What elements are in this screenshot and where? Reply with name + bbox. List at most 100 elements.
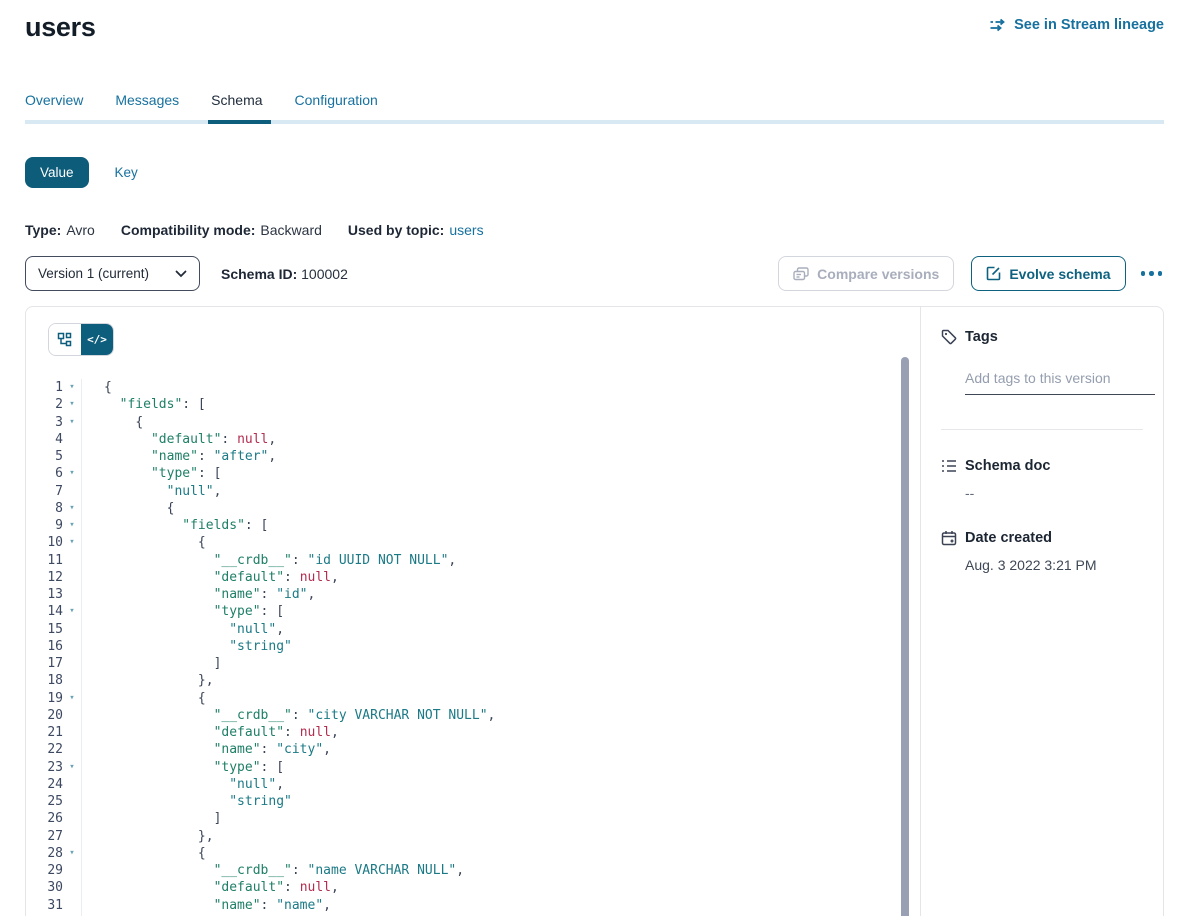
active-tab-indicator	[208, 120, 270, 124]
fold-arrow-icon[interactable]: ▾	[63, 379, 81, 396]
code-text: ]	[81, 655, 221, 672]
line-number: 14	[26, 603, 63, 620]
fold-arrow-icon[interactable]: ▾	[63, 500, 81, 517]
line-number: 15	[26, 621, 63, 638]
schema-id-label: Schema ID:	[221, 266, 297, 282]
tab-messages[interactable]: Messages	[115, 92, 179, 120]
code-text: {	[81, 845, 206, 862]
code-view-toggle[interactable]: </>	[81, 324, 113, 355]
evolve-schema-button[interactable]: Evolve schema	[971, 256, 1125, 291]
fold-arrow-icon[interactable]: ▾	[63, 465, 81, 482]
fold-arrow-icon[interactable]: ▾	[63, 690, 81, 707]
code-line: 15 "null",	[26, 621, 920, 638]
value-button[interactable]: Value	[25, 157, 89, 188]
line-number: 6	[26, 465, 63, 482]
code-text: "null",	[81, 621, 284, 638]
code-line: 7 "null",	[26, 483, 920, 500]
line-number: 18	[26, 672, 63, 689]
code-line: 26 ]	[26, 810, 920, 827]
tree-view-icon	[57, 332, 73, 348]
line-number: 17	[26, 655, 63, 672]
fold-spacer	[63, 569, 81, 586]
tags-input[interactable]	[965, 366, 1155, 395]
sidebar-divider	[941, 429, 1143, 430]
fold-spacer	[63, 638, 81, 655]
type-label: Type:	[25, 222, 61, 238]
code-line: 31 "name": "name",	[26, 897, 920, 914]
more-options-button[interactable]	[1139, 265, 1165, 282]
schema-code-editor[interactable]: </> 1▾{2▾ "fields": [3▾ {4 "default": nu…	[26, 307, 920, 916]
code-line: 19▾ {	[26, 690, 920, 707]
schema-page: users See in Stream lineage Overview Mes…	[0, 0, 1189, 916]
see-in-stream-lineage-link[interactable]: See in Stream lineage	[990, 17, 1164, 33]
code-text: "__crdb__": "name VARCHAR NULL",	[81, 862, 464, 879]
fold-arrow-icon[interactable]: ▾	[63, 517, 81, 534]
code-text: "string"	[81, 638, 292, 655]
code-text: {	[81, 534, 206, 551]
code-line: 13 "name": "id",	[26, 586, 920, 603]
code-line: 16 "string"	[26, 638, 920, 655]
compare-versions-button[interactable]: Compare versions	[778, 256, 954, 291]
fold-arrow-icon[interactable]: ▾	[63, 759, 81, 776]
fold-spacer	[63, 793, 81, 810]
fold-arrow-icon[interactable]: ▾	[63, 396, 81, 413]
code-line: 17 ]	[26, 655, 920, 672]
schema-doc-value: --	[965, 485, 1143, 501]
code-line: 3▾ {	[26, 414, 920, 431]
key-button[interactable]: Key	[115, 165, 138, 180]
code-line: 30 "default": null,	[26, 879, 920, 896]
page-header: users See in Stream lineage	[25, 10, 1164, 43]
code-text: },	[81, 828, 214, 845]
fold-spacer	[63, 862, 81, 879]
code-line: 10▾ {	[26, 534, 920, 551]
tab-configuration[interactable]: Configuration	[295, 92, 378, 120]
line-number: 19	[26, 690, 63, 707]
code-text: "default": null,	[81, 879, 339, 896]
fold-spacer	[63, 483, 81, 500]
tab-overview[interactable]: Overview	[25, 92, 83, 120]
editor-scrollbar[interactable]	[901, 357, 909, 916]
code-line: 22 "name": "city",	[26, 741, 920, 758]
code-line: 12 "default": null,	[26, 569, 920, 586]
line-number: 5	[26, 448, 63, 465]
topic-users-link[interactable]: users	[449, 222, 483, 238]
code-text: "default": null,	[81, 431, 276, 448]
fold-arrow-icon[interactable]: ▾	[63, 534, 81, 551]
fold-spacer	[63, 431, 81, 448]
tree-view-toggle[interactable]	[49, 324, 81, 355]
code-text: "__crdb__": "city VARCHAR NOT NULL",	[81, 707, 495, 724]
fold-spacer	[63, 707, 81, 724]
line-number: 8	[26, 500, 63, 517]
line-number: 2	[26, 396, 63, 413]
code-text: "default": null,	[81, 569, 339, 586]
line-number: 3	[26, 414, 63, 431]
code-line: 11 "__crdb__": "id UUID NOT NULL",	[26, 552, 920, 569]
tab-schema[interactable]: Schema	[211, 92, 262, 120]
fold-spacer	[63, 586, 81, 603]
version-select[interactable]: Version 1 (current)	[25, 256, 200, 291]
fold-spacer	[63, 897, 81, 914]
controls-row: Version 1 (current) Schema ID: 100002 Co…	[25, 256, 1164, 291]
fold-spacer	[63, 810, 81, 827]
fold-arrow-icon[interactable]: ▾	[63, 603, 81, 620]
schema-sidebar: Tags Schema doc --	[920, 307, 1163, 916]
tab-bar: Overview Messages Schema Configuration	[25, 92, 1164, 120]
tag-icon	[941, 329, 957, 345]
edit-icon	[986, 266, 1001, 281]
fold-arrow-icon[interactable]: ▾	[63, 845, 81, 862]
used-by-topic-label: Used by topic:	[348, 222, 444, 238]
line-number: 11	[26, 552, 63, 569]
doc-list-icon	[941, 459, 957, 473]
code-text: "name": "name",	[81, 897, 331, 914]
fold-spacer	[63, 552, 81, 569]
line-number: 10	[26, 534, 63, 551]
fold-spacer	[63, 448, 81, 465]
line-number: 24	[26, 776, 63, 793]
line-number: 29	[26, 862, 63, 879]
line-number: 28	[26, 845, 63, 862]
fold-arrow-icon[interactable]: ▾	[63, 414, 81, 431]
code-text: "null",	[81, 776, 284, 793]
line-number: 26	[26, 810, 63, 827]
code-line: 1▾{	[26, 379, 920, 396]
code-lines: 1▾{2▾ "fields": [3▾ {4 "default": null,5…	[26, 379, 920, 916]
